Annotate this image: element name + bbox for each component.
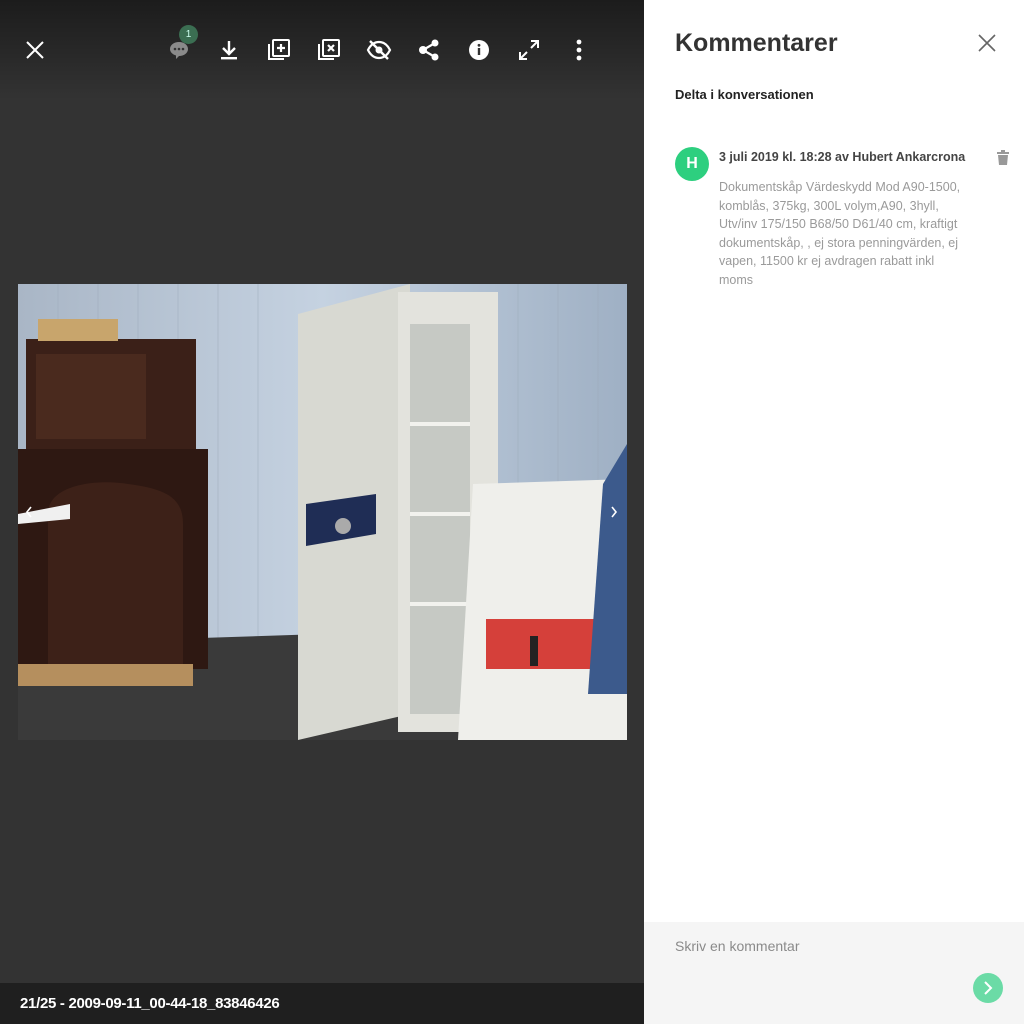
close-viewer-button[interactable] <box>15 30 55 70</box>
comment-count-badge: 1 <box>179 25 198 44</box>
previous-button[interactable] <box>17 500 41 524</box>
chevron-right-icon <box>984 981 993 995</box>
download-button[interactable] <box>209 30 249 70</box>
fullscreen-icon <box>519 40 539 60</box>
trash-icon <box>997 150 1009 165</box>
avatar: H <box>675 147 709 181</box>
info-icon <box>469 40 489 60</box>
chevron-right-icon <box>611 506 618 518</box>
comments-sidebar: Kommentarer Delta i konversationen H 3 j… <box>644 0 1024 1024</box>
photo-caption: 21/25 - 2009-09-11_00-44-18_83846426 <box>20 995 280 1012</box>
comment-meta: 3 juli 2019 kl. 18:28 av Hubert Ankarcro… <box>719 150 966 164</box>
sidebar-title: Kommentarer <box>675 29 838 57</box>
photo-viewer: 1 21/25 - 2009-09-11_00-44-18_83846426 <box>0 0 644 1024</box>
close-sidebar-button[interactable] <box>974 30 1000 56</box>
close-icon <box>26 41 44 59</box>
comment-text: Dokumentskåp Värdeskydd Mod A90-1500, ko… <box>719 180 961 287</box>
remove-from-album-button[interactable] <box>309 30 349 70</box>
comment-input[interactable] <box>675 938 975 954</box>
send-comment-button[interactable] <box>973 973 1003 1003</box>
add-to-album-icon <box>268 39 290 60</box>
share-button[interactable] <box>409 30 449 70</box>
share-icon <box>419 39 439 61</box>
photo <box>18 284 627 740</box>
hide-icon <box>366 40 392 60</box>
close-icon <box>978 34 996 52</box>
delete-comment-button[interactable] <box>996 150 1010 166</box>
more-button[interactable] <box>559 30 599 70</box>
remove-from-album-icon <box>318 39 340 60</box>
photo-image <box>18 284 627 740</box>
more-icon <box>576 39 582 61</box>
next-button[interactable] <box>602 500 626 524</box>
chevron-left-icon <box>25 506 32 518</box>
hide-button[interactable] <box>359 30 399 70</box>
fullscreen-button[interactable] <box>509 30 549 70</box>
comment-compose <box>644 922 1024 1024</box>
caption-bar: 21/25 - 2009-09-11_00-44-18_83846426 <box>0 983 644 1024</box>
sidebar-subtitle: Delta i konversationen <box>675 87 814 102</box>
add-to-album-button[interactable] <box>259 30 299 70</box>
info-button[interactable] <box>459 30 499 70</box>
download-icon <box>221 41 237 60</box>
